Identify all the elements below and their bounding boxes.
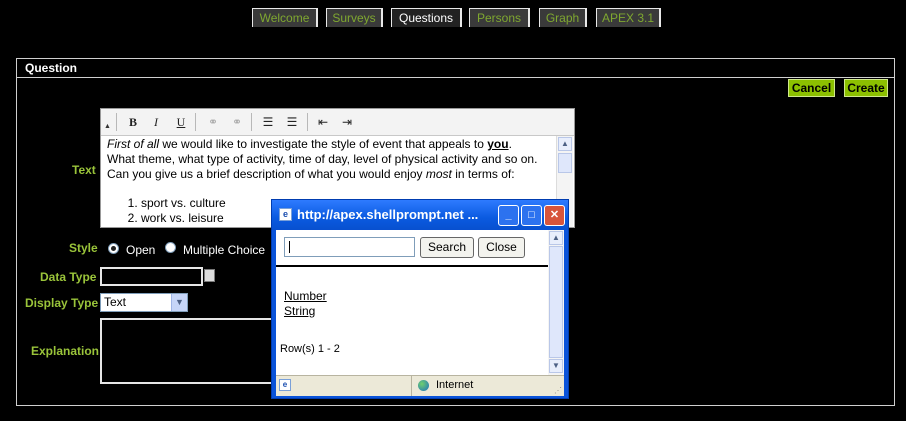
style-label: Style — [69, 241, 98, 255]
close-icon[interactable]: ✕ — [544, 205, 565, 226]
popup-search-input[interactable] — [284, 237, 415, 257]
tab-graph[interactable]: Graph — [539, 8, 587, 27]
toolbar-separator — [195, 113, 196, 131]
popup-status-bar: e Internet ⋰ — [276, 375, 564, 396]
outdent-icon[interactable]: ⇤ — [314, 114, 332, 130]
editor-paragraph: First of all we would like to investigat… — [107, 137, 541, 182]
display-type-select[interactable]: Text ▼ — [100, 293, 188, 312]
emphasis-text: First of all — [107, 137, 160, 151]
lov-popup-window: e http://apex.shellprompt.net ... _ □ ✕ … — [271, 199, 569, 399]
paragraph-text: in terms of: — [451, 167, 515, 181]
cancel-button[interactable]: Cancel — [788, 79, 835, 97]
scroll-thumb[interactable] — [558, 153, 572, 173]
indent-icon[interactable]: ⇥ — [338, 114, 356, 130]
resize-grip-icon[interactable]: ⋰ — [554, 386, 562, 395]
scroll-up-icon[interactable]: ▲ — [549, 231, 563, 245]
toolbar-separator — [251, 113, 252, 131]
ie-page-icon: e — [279, 208, 292, 221]
popup-scrollbar[interactable]: ▲ ▼ — [548, 230, 564, 375]
maximize-icon[interactable]: □ — [521, 205, 542, 226]
minimize-icon[interactable]: _ — [498, 205, 519, 226]
tab-questions[interactable]: Questions — [391, 8, 462, 27]
display-type-label: Display Type — [25, 296, 99, 310]
popup-title: http://apex.shellprompt.net ... — [297, 207, 479, 222]
text-caret — [289, 241, 290, 253]
internet-zone-icon — [418, 380, 429, 391]
explanation-textarea[interactable] — [100, 318, 273, 384]
rows-info: Row(s) 1 - 2 — [280, 343, 340, 355]
paragraph-text: we would like to investigate the style o… — [159, 137, 488, 151]
popup-title-bar[interactable]: e http://apex.shellprompt.net ... _ □ ✕ — [272, 200, 568, 230]
numbered-list-icon[interactable]: ☰ — [259, 114, 277, 130]
data-type-label: Data Type — [40, 270, 97, 284]
unlink-icon[interactable]: ⚭ — [228, 114, 246, 130]
style-multiple-choice-radio[interactable] — [165, 242, 176, 253]
style-open-radio[interactable] — [108, 243, 119, 254]
bulleted-list-icon[interactable]: ☰ — [283, 114, 301, 130]
popup-content: Search Close Number String Row(s) 1 - 2 … — [276, 230, 564, 375]
create-button[interactable]: Create — [844, 79, 888, 97]
link-icon[interactable]: ⚭ — [204, 114, 222, 130]
toolbar-separator — [116, 113, 117, 131]
bold-button[interactable]: B — [124, 114, 142, 130]
data-type-input[interactable] — [100, 267, 203, 286]
status-divider — [411, 376, 412, 396]
chevron-down-icon[interactable]: ▼ — [171, 294, 187, 311]
style-multiple-choice-label: Multiple Choice — [183, 243, 266, 257]
underline-button[interactable]: U — [172, 114, 190, 130]
page-icon: e — [279, 379, 291, 391]
lov-item-link[interactable]: Number — [284, 289, 327, 303]
emphasis-text: most — [425, 167, 452, 181]
tab-apex[interactable]: APEX 3.1 — [596, 8, 661, 27]
toolbar-separator — [307, 113, 308, 131]
emphasis-text: you — [487, 137, 509, 151]
tab-surveys[interactable]: Surveys — [326, 8, 383, 27]
style-open-label: Open — [126, 243, 156, 257]
region-title: Question — [17, 59, 894, 78]
list-of-values-icon[interactable] — [204, 269, 215, 282]
collapse-toolbar-icon[interactable]: ▲ — [104, 123, 111, 130]
popup-close-button[interactable]: Close — [478, 237, 525, 258]
scroll-thumb[interactable] — [549, 246, 563, 358]
italic-button[interactable]: I — [147, 114, 165, 130]
tab-persons[interactable]: Persons — [469, 8, 530, 27]
lov-item-link[interactable]: String — [284, 304, 315, 318]
scroll-up-icon[interactable]: ▲ — [558, 137, 572, 151]
text-label: Text — [72, 163, 96, 177]
tab-bar: Welcome Surveys Questions Persons Graph … — [0, 8, 906, 28]
zone-label: Internet — [436, 379, 474, 391]
divider — [276, 265, 548, 267]
scroll-down-icon[interactable]: ▼ — [549, 359, 563, 373]
popup-search-button[interactable]: Search — [420, 237, 474, 258]
display-type-value: Text — [104, 295, 127, 309]
tab-welcome[interactable]: Welcome — [252, 8, 318, 27]
explanation-label: Explanation — [31, 344, 100, 358]
editor-toolbar: ▲ B I U ⚭ ⚭ ☰ ☰ ⇤ ⇥ — [101, 109, 574, 136]
